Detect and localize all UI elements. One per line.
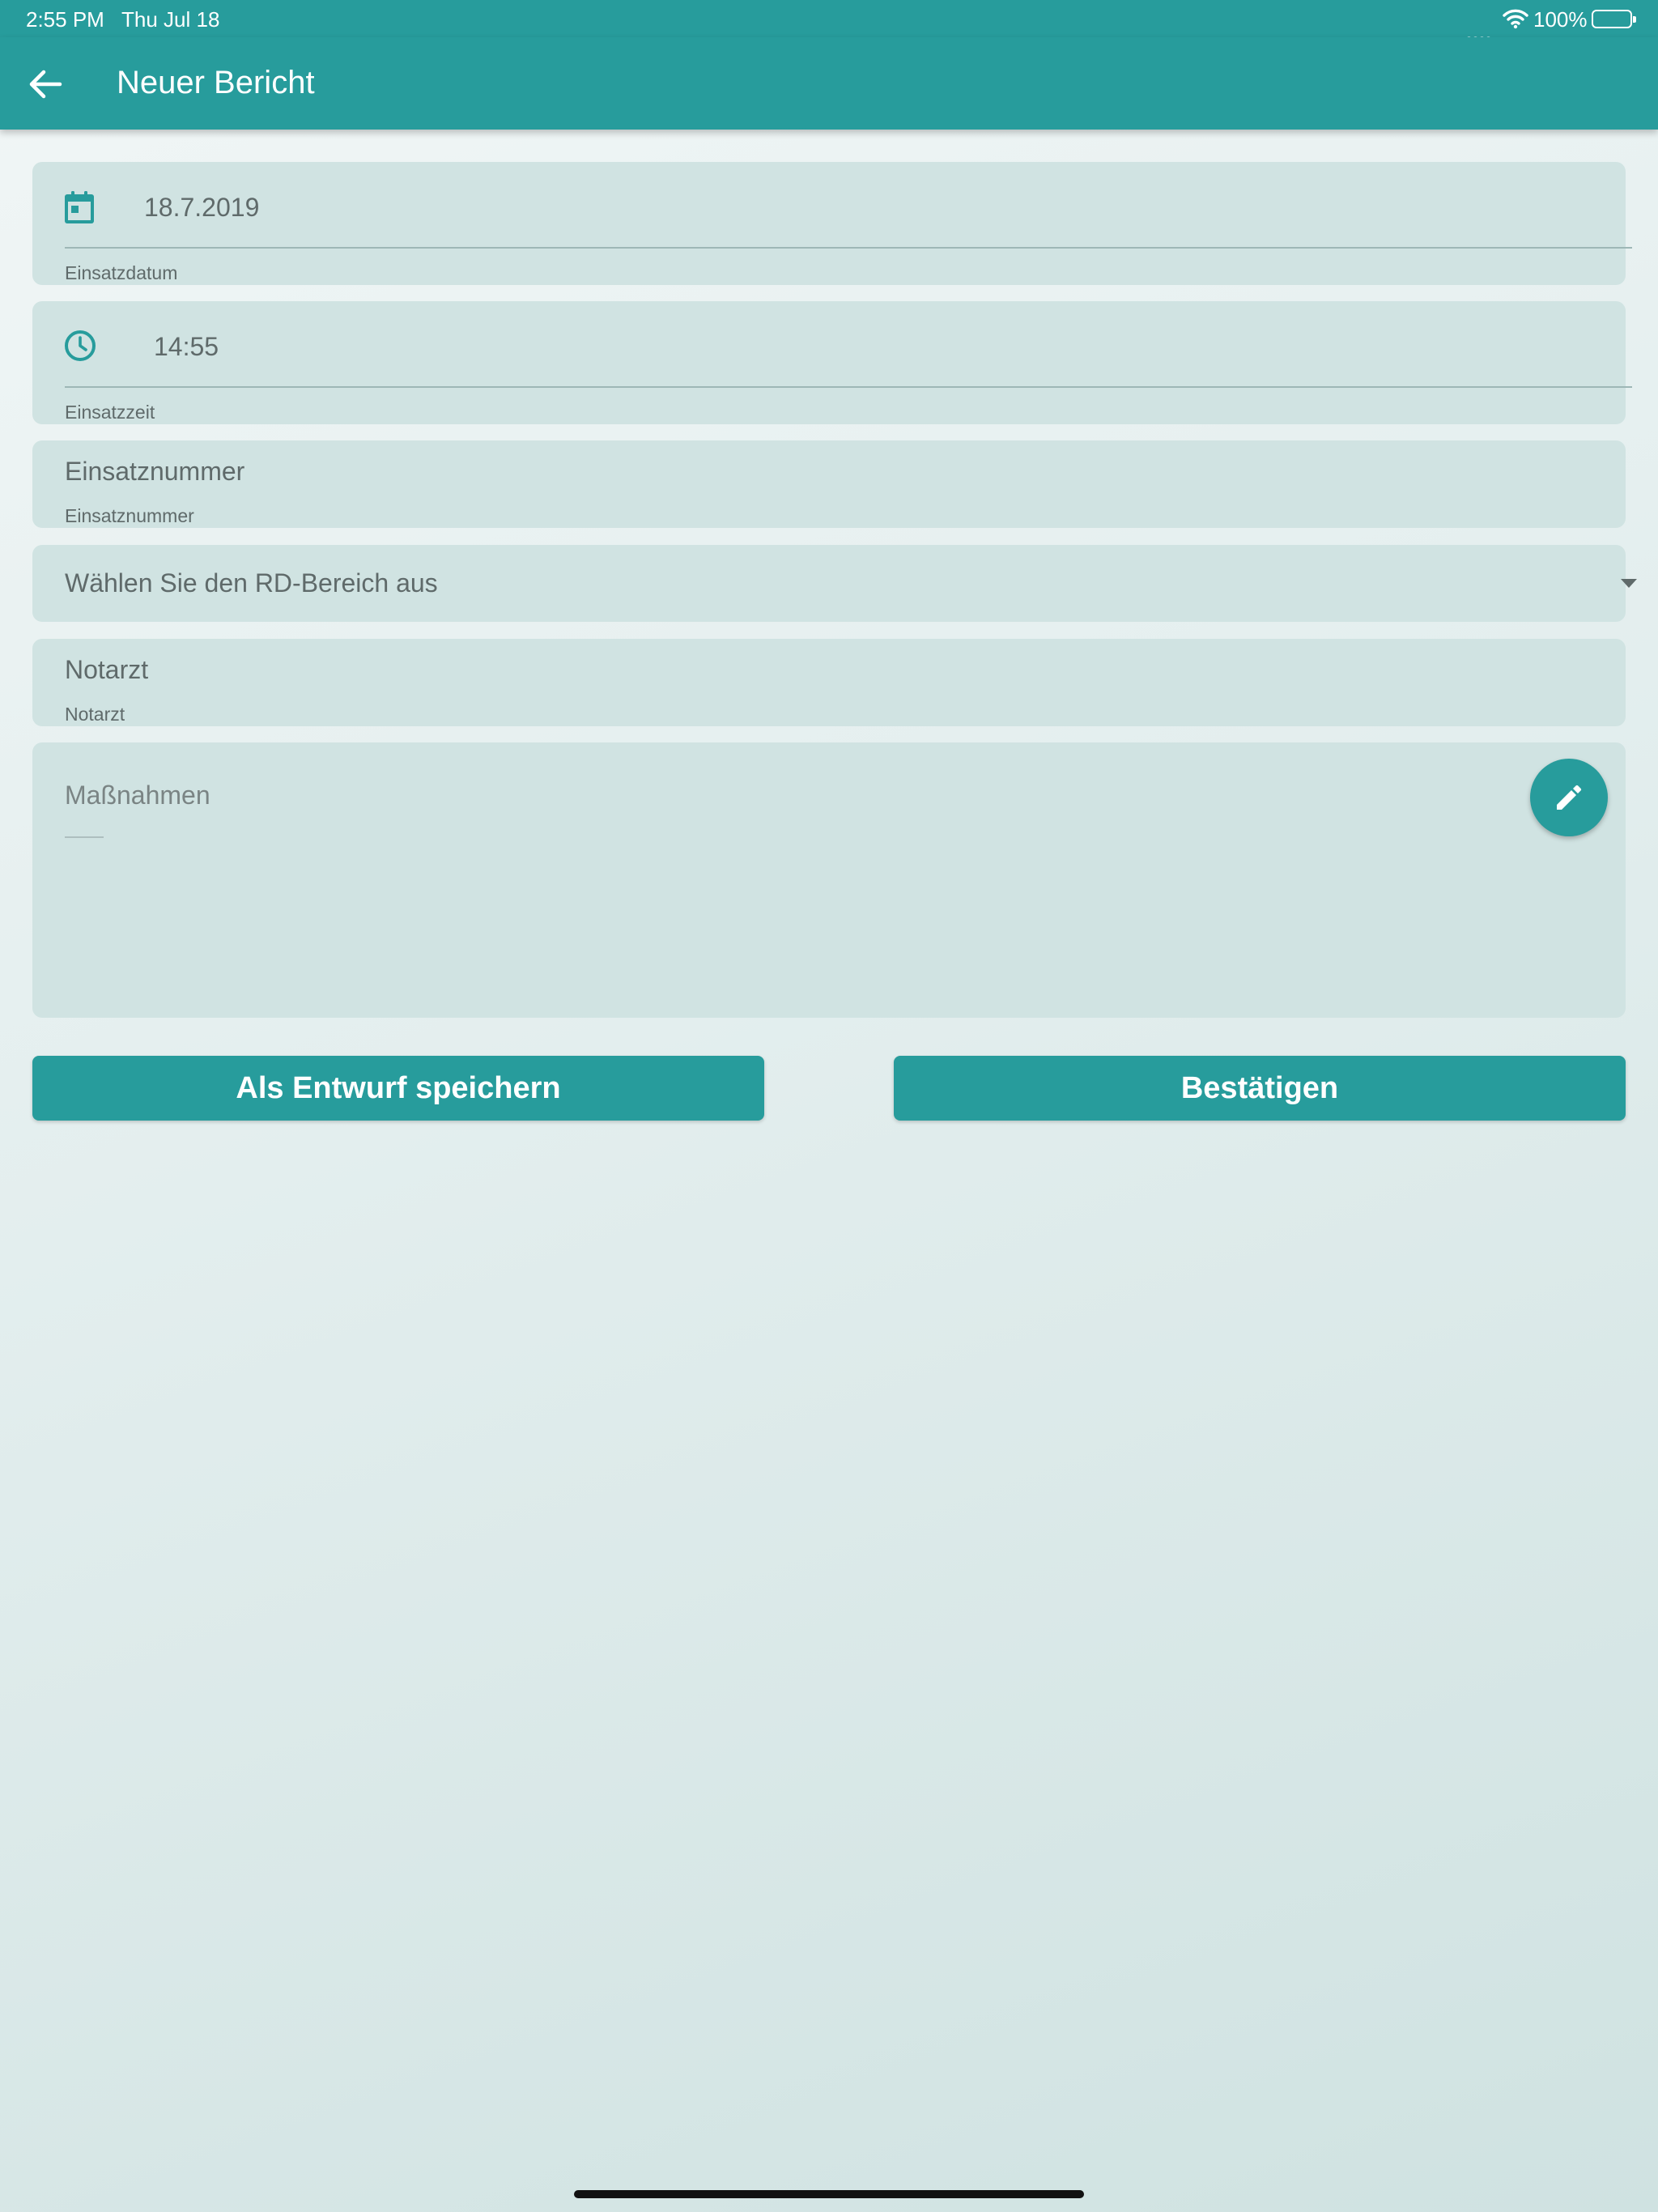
calendar-icon bbox=[65, 191, 94, 223]
pencil-icon bbox=[1557, 785, 1582, 810]
page-title: Neuer Bericht bbox=[117, 65, 315, 100]
cellular-signal-icon bbox=[1467, 21, 1496, 40]
confirm-button[interactable]: Bestätigen bbox=[894, 1056, 1626, 1121]
edit-measures-button[interactable] bbox=[1530, 759, 1608, 836]
emergency-doctor-field[interactable]: Notarzt Notarzt bbox=[32, 639, 1626, 726]
incident-number-helper-label: Einsatznummer bbox=[65, 505, 194, 526]
measures-field[interactable]: Maßnahmen bbox=[32, 742, 1626, 1018]
emergency-doctor-helper-label: Notarzt bbox=[65, 704, 125, 725]
emergency-doctor-placeholder[interactable]: Notarzt bbox=[65, 655, 148, 685]
battery-icon bbox=[1592, 10, 1636, 28]
time-field[interactable]: 14:55 Einsatzzeit bbox=[32, 301, 1632, 424]
wifi-icon bbox=[1503, 9, 1528, 29]
date-field[interactable]: 18.7.2019 Einsatzdatum bbox=[32, 162, 1632, 285]
status-time: 2:55 PM bbox=[26, 7, 104, 32]
app-bar: Neuer Bericht bbox=[0, 37, 1658, 130]
time-underline bbox=[65, 386, 1632, 388]
status-bar: 2:55 PM Thu Jul 18 100% bbox=[0, 0, 1658, 40]
date-helper-label: Einsatzdatum bbox=[65, 262, 178, 283]
date-value[interactable]: 18.7.2019 bbox=[144, 193, 259, 223]
incident-number-placeholder[interactable]: Einsatznummer bbox=[65, 457, 244, 487]
date-underline bbox=[65, 247, 1632, 249]
clock-icon bbox=[65, 330, 96, 361]
time-helper-label: Einsatzzeit bbox=[65, 402, 155, 423]
status-date: Thu Jul 18 bbox=[121, 7, 220, 32]
measures-placeholder[interactable]: Maßnahmen bbox=[65, 781, 210, 810]
incident-number-field[interactable]: Einsatznummer Einsatznummer bbox=[32, 440, 1626, 528]
save-draft-button[interactable]: Als Entwurf speichern bbox=[32, 1056, 764, 1121]
time-value[interactable]: 14:55 bbox=[154, 332, 219, 362]
rd-area-placeholder[interactable]: Wählen Sie den RD-Bereich aus bbox=[65, 568, 438, 598]
dropdown-arrow-icon[interactable] bbox=[1621, 579, 1637, 589]
measures-underline bbox=[65, 836, 104, 838]
rd-area-select[interactable]: Wählen Sie den RD-Bereich aus bbox=[32, 545, 1637, 622]
home-indicator[interactable] bbox=[574, 2190, 1084, 2198]
back-arrow-icon[interactable] bbox=[24, 66, 65, 103]
battery-percentage: 100% bbox=[1533, 7, 1588, 32]
